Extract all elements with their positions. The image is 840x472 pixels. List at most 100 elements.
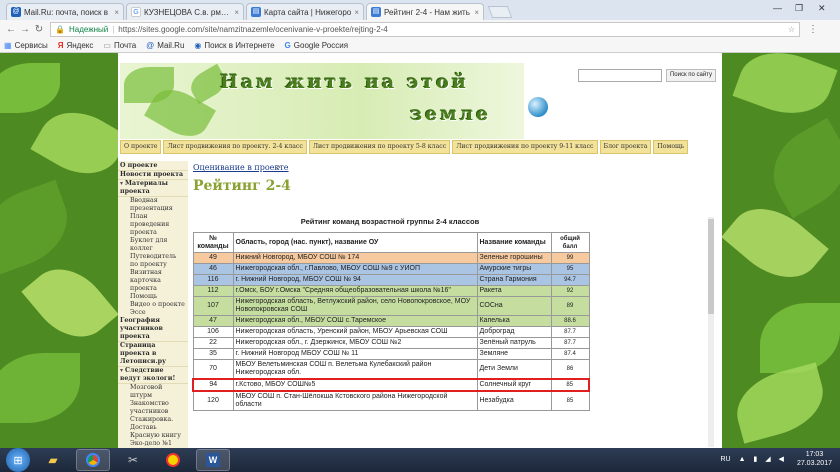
- sidebar-subitem[interactable]: Помощь: [118, 293, 188, 301]
- sidebar-item[interactable]: ▾ Следствие ведут экологи!: [118, 367, 188, 384]
- explorer-folder-icon[interactable]: ▰: [36, 449, 70, 471]
- col-header-team: Название команды: [476, 232, 552, 253]
- mailru-icon: @: [11, 7, 21, 17]
- site-search-button[interactable]: Поиск по сайту: [666, 69, 716, 82]
- language-indicator[interactable]: RU: [720, 456, 730, 463]
- star-icon[interactable]: ☆: [788, 25, 795, 34]
- topnav-progress-9-11[interactable]: Лист продвижения по проекту 9-11 класс: [452, 139, 598, 154]
- sidebar-subitem[interactable]: Вводная презентация: [118, 197, 188, 213]
- yandex-browser-icon[interactable]: [156, 449, 190, 471]
- forward-icon[interactable]: →: [18, 24, 32, 35]
- tool-icon[interactable]: ✂: [116, 449, 150, 471]
- cell-score: 94.7: [550, 274, 590, 286]
- menu-icon[interactable]: ⋮: [806, 24, 820, 35]
- windows-start-icon[interactable]: ⊞: [6, 448, 30, 472]
- bookmark-yandex[interactable]: Я Яндекс: [58, 41, 94, 50]
- topnav-progress-5-8[interactable]: Лист продвижения по проекту 5-8 класс: [308, 139, 451, 154]
- chevron-down-icon[interactable]: ▾: [120, 367, 123, 374]
- topnav-help[interactable]: Помощь: [653, 139, 689, 154]
- background-leaf: [732, 53, 838, 127]
- close-icon[interactable]: ×: [114, 8, 119, 17]
- background-leaf: [0, 63, 60, 113]
- close-icon[interactable]: ×: [474, 8, 479, 17]
- tray-icons[interactable]: ▲ ▮ ◢ ◀: [739, 455, 787, 463]
- sites-icon: ▤: [371, 7, 381, 17]
- cell-organization: Нижегородская обл., г.Павлово, МБОУ СОШ …: [232, 263, 478, 275]
- word-icon[interactable]: W: [196, 449, 230, 471]
- chevron-down-icon[interactable]: ▾: [120, 180, 123, 187]
- close-icon[interactable]: ×: [234, 8, 239, 17]
- sidebar-subitem[interactable]: Стажировка. Доставь Красную книгу: [118, 416, 188, 440]
- tab-label: Рейтинг 2-4 - Нам жить: [384, 7, 470, 17]
- sidebar-item-label: Новости проекта: [120, 171, 184, 178]
- bookmark-apps[interactable]: ▦ Сервисы: [4, 41, 48, 50]
- breadcrumb-link[interactable]: Оценивание в проекте: [193, 163, 289, 172]
- cell-team-name: Дети Земли: [476, 359, 552, 380]
- table-row: 46 Нижегородская обл., г.Павлово, МБОУ СО…: [192, 263, 590, 275]
- topnav-blog[interactable]: Блог проекта: [599, 139, 652, 154]
- tab-google-doc[interactable]: G КУЗНЕЦОВА С.в. рмо уч ×: [126, 3, 244, 20]
- sidebar-item[interactable]: ▾ Материалы проекта: [118, 180, 188, 197]
- bookmark-mail[interactable]: ▭ Почта: [103, 41, 136, 50]
- cell-team-number: 46: [192, 263, 234, 275]
- secure-label: Надежный: [68, 25, 109, 34]
- table-scrollbar[interactable]: [708, 217, 714, 447]
- site-content: Нам жить на этой земле Поиск по сайту О …: [118, 53, 722, 448]
- chrome-icon[interactable]: [76, 449, 110, 471]
- cell-team-name: Незабудка: [476, 390, 552, 411]
- cell-organization: Нижний Новгород, МБОУ СОШ № 174: [232, 252, 478, 264]
- sidebar-subitem[interactable]: Мозговой штурм: [118, 384, 188, 400]
- cell-organization: МБОУ СОШ п. Стан-Шёлокша Кстовского райо…: [232, 390, 478, 411]
- background-leaf: [30, 97, 130, 189]
- sidebar-subitem[interactable]: Знакомство участников: [118, 400, 188, 416]
- window-close-icon[interactable]: ✕: [818, 3, 826, 14]
- table-row: 70 МБОУ Велетьминская СОШ п. Велетьма Кул…: [192, 359, 590, 380]
- cell-team-number: 94: [192, 378, 234, 392]
- sidebar-subitem[interactable]: Путеводитель по проекту: [118, 253, 188, 269]
- sidebar-item[interactable]: Страница проекта в Летописи.ру: [118, 342, 188, 367]
- tab-mailru[interactable]: @ Mail.Ru: почта, поиск в ×: [6, 3, 124, 20]
- sidebar-subitem[interactable]: Видео о проекте: [118, 301, 188, 309]
- cell-organization: Нижегородская область, Уренский район, М…: [232, 326, 478, 338]
- reload-icon[interactable]: ↻: [32, 24, 46, 35]
- tab-rating[interactable]: ▤ Рейтинг 2-4 - Нам жить ×: [366, 3, 484, 20]
- sidebar-subitem[interactable]: Эссе: [118, 309, 188, 317]
- sidebar-item[interactable]: О проекте: [118, 162, 188, 171]
- page-title: Рейтинг 2-4: [193, 178, 291, 194]
- sidebar-subitem[interactable]: План проведения проекта: [118, 213, 188, 237]
- sites-icon: ▤: [251, 7, 261, 17]
- minimize-icon[interactable]: —: [773, 3, 782, 13]
- url-input[interactable]: 🔒 Надежный | https://sites.google.com/si…: [50, 22, 800, 37]
- sidebar-item-label: Эссе: [130, 309, 146, 316]
- clock[interactable]: 17:03 27.03.2017: [797, 450, 832, 468]
- topnav-progress-2-4[interactable]: Лист продвижения по проекту. 2-4 класс: [163, 139, 307, 154]
- address-bar-row: ← → ↻ 🔒 Надежный | https://sites.google.…: [0, 20, 840, 39]
- rating-table-frame: Рейтинг команд возрастной группы 2-4 кла…: [192, 213, 716, 448]
- search-icon: ◉: [194, 41, 202, 50]
- new-tab-button[interactable]: [487, 6, 513, 18]
- bookmark-google[interactable]: G Google Россия: [285, 41, 349, 50]
- bookmark-mailru[interactable]: @ Mail.Ru: [146, 41, 184, 50]
- topnav-about[interactable]: О проекте: [120, 139, 162, 154]
- cell-score: 86: [550, 359, 590, 380]
- tab-label: Карта сайта | Нижегоро: [264, 7, 352, 17]
- background-leaf: [728, 362, 832, 444]
- tab-sitemap[interactable]: ▤ Карта сайта | Нижегоро ×: [246, 3, 364, 20]
- sidebar-subitem[interactable]: Буклет для коллег: [118, 237, 188, 253]
- background-leaf: [0, 353, 80, 423]
- sidebar-item-label: Мозговой штурм: [130, 384, 163, 399]
- back-icon[interactable]: ←: [4, 24, 18, 35]
- sidebar-subitem[interactable]: Эко-дело №1: [118, 440, 188, 448]
- site-search-input[interactable]: [578, 69, 662, 82]
- sidebar-item[interactable]: Новости проекта: [118, 171, 188, 180]
- maximize-icon[interactable]: ❐: [795, 3, 803, 14]
- cell-team-number: 70: [192, 359, 234, 380]
- cell-team-name: Амурские тигры: [476, 263, 552, 275]
- main-content: Оценивание в проекте > Рейтинг 2-4 Рейти…: [192, 161, 718, 448]
- bookmark-search[interactable]: ◉ Поиск в Интернете: [194, 41, 274, 50]
- close-icon[interactable]: ×: [354, 8, 359, 17]
- scrollbar-thumb[interactable]: [708, 219, 714, 314]
- sidebar-item-label: Страница проекта в Летописи.ру: [120, 342, 167, 365]
- sidebar-item[interactable]: География участников проекта: [118, 317, 188, 342]
- sidebar-subitem[interactable]: Визитная карточка проекта: [118, 269, 188, 293]
